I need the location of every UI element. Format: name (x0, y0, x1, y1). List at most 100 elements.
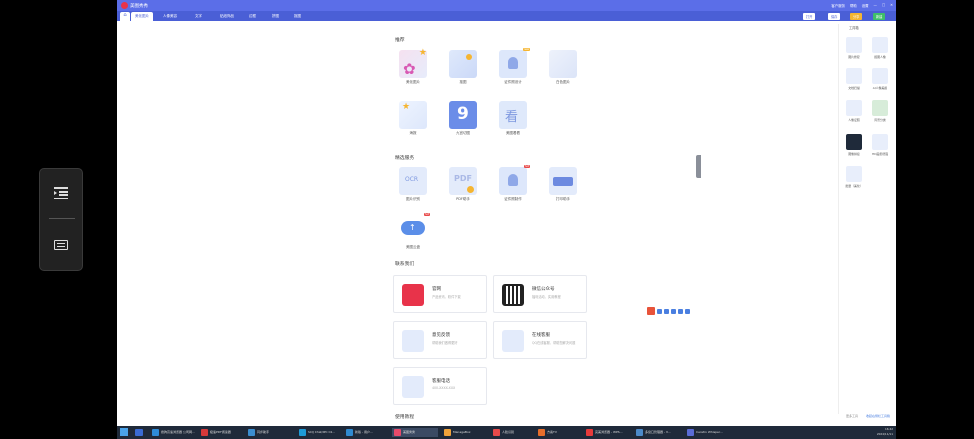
taskbar-app-label: 方案TV (547, 430, 557, 434)
taskbar-app-button[interactable]: 美图秀秀 (392, 428, 438, 437)
tab-frame[interactable]: 边框 (245, 12, 260, 21)
tile-nine-grid[interactable]: 9 九宫切图 (443, 101, 483, 141)
tile-print[interactable]: 打印助手 (543, 167, 583, 207)
main-tab-bar: ⌂ 美化图片 人像美容 文字 贴纸饰品 边框 拼图 抠图 (117, 11, 896, 21)
taskbar-app-button[interactable]: 新版 - 用户... (344, 428, 389, 437)
tab-collage[interactable]: 拼图 (268, 12, 283, 21)
share-button[interactable]: 分享 (850, 13, 863, 20)
help-button[interactable]: 帮助 (850, 3, 857, 8)
close-button[interactable]: ✕ (890, 3, 893, 8)
home-icon[interactable]: ⌂ (120, 12, 130, 21)
scan-icon (846, 68, 862, 84)
tool-doc-scan[interactable]: 文档扫描 (842, 68, 866, 95)
app-icon (346, 429, 353, 436)
tile-meitu-viewer[interactable]: 看 美图看看 (493, 101, 533, 141)
taskbar-app-button[interactable]: Ceratin Whisper... (685, 428, 740, 437)
app-icon (586, 429, 593, 436)
tile-blank-image[interactable]: 白色图片 (543, 50, 583, 90)
beauty-icon (872, 68, 888, 84)
ocr-icon: OCR (399, 167, 427, 195)
tool-portrait-cutout[interactable]: 抠图人像 (868, 37, 892, 64)
ime-mode-icon (657, 308, 662, 314)
taskbar-app-button[interactable]: 同步助手 (246, 428, 294, 437)
tile-id-photo-make[interactable]: hot 证件照制作 (493, 165, 533, 207)
indent-icon[interactable] (54, 187, 68, 199)
windows-start-icon[interactable] (120, 428, 128, 436)
tab-text[interactable]: 文字 (191, 12, 206, 21)
tool-stitch[interactable]: 图像拼接 (842, 134, 866, 161)
customer-service-button[interactable]: 客户服务 (831, 3, 845, 8)
taskbar-app-button[interactable]: SCIJ Chat/IPC Cli... (297, 428, 341, 437)
tool-hd-enhance[interactable]: HD画质增强 (868, 134, 892, 161)
repair-icon (846, 37, 862, 53)
taskbar-app-label: 搜狗高速浏览器 公司网... (161, 430, 195, 434)
taskbar-app-label: 新版 - 用户... (355, 430, 373, 434)
app-icon (299, 429, 306, 436)
taskbar-app-button[interactable]: 人脸识别 (491, 428, 533, 437)
taskbar-app-label: 美图秀秀 (403, 430, 416, 434)
mail-icon (402, 330, 424, 352)
card-website[interactable]: 官网 产品资讯、软件下载 (393, 275, 487, 313)
app-name: 美图秀秀 (130, 4, 148, 9)
title-bar: 美图秀秀 客户服务 帮助 设置 — □ ✕ (117, 0, 896, 11)
tile-cloud[interactable]: hot ↑ 美图云盘 (393, 213, 433, 255)
tile-poster[interactable]: ★ 海报 (393, 101, 433, 141)
section-title-contact: 联系我们 (395, 262, 415, 267)
landscape-icon (872, 100, 888, 116)
section-title-recommend: 推荐 (395, 38, 405, 43)
card-feedback[interactable]: 意见反馈 帮助我们做得更好 (393, 321, 487, 359)
browser-taskbar-icon[interactable] (135, 429, 143, 436)
id-icon (846, 100, 862, 116)
portrait-icon (872, 37, 888, 53)
ime-toolbar[interactable] (647, 307, 690, 315)
tab-portrait[interactable]: 人像美容 (159, 12, 181, 21)
tool-image-repair[interactable]: 图片修复 (842, 37, 866, 64)
app-icon (152, 429, 159, 436)
ime-mic-icon (671, 308, 676, 314)
tool-ai-beauty[interactable]: AI人像美颜 (868, 68, 892, 95)
tool-batch[interactable]: 批量（美化） (842, 166, 866, 193)
taskbar-app-button[interactable]: ManageBox (442, 428, 488, 437)
minimize-button[interactable]: — (874, 3, 877, 8)
section-title-tutorials: 使用教程 (395, 415, 415, 420)
meitu-logo-icon (402, 284, 424, 306)
taskbar-app-button[interactable]: 方案TV (536, 428, 581, 437)
taskbar-app-button[interactable]: 搜狗高速浏览器 公司网... (150, 428, 196, 437)
open-button[interactable]: 打开 (803, 13, 816, 20)
tab-stickers[interactable]: 贴纸饰品 (216, 12, 238, 21)
tab-cutout[interactable]: 抠图 (290, 12, 305, 21)
app-window: 美图秀秀 客户服务 帮助 设置 — □ ✕ ⌂ 美化图片 人像美容 文字 贴纸饰… (117, 0, 896, 426)
tab-beautify[interactable]: 美化图片 (131, 12, 153, 21)
taskbar-app-button[interactable]: 完美浏览器 - WPS... (584, 428, 630, 437)
tile-beautify[interactable]: ✿ ★ 美化图片 (393, 48, 433, 90)
tool-id-photo[interactable]: 人像证照 (842, 100, 866, 127)
right-toolbox-panel: 工具箱 图片修复 抠图人像 文档扫描 AI人像美颜 人像证照 风景分类 图像拼接… (838, 24, 894, 418)
save-button[interactable]: 保存 (828, 13, 841, 20)
viewer-icon: 看 (499, 101, 527, 129)
tile-ocr[interactable]: OCR 图片识别 (393, 167, 433, 207)
section-title-featured: 精选服务 (395, 156, 415, 161)
more-tools-link[interactable]: 更多工具 (846, 414, 858, 418)
collapse-toolbox-link[interactable]: 收起右侧栏工具箱 (866, 414, 890, 418)
side-collapse-handle[interactable] (696, 155, 701, 178)
ime-toolbox-icon (685, 308, 690, 314)
tool-landscape[interactable]: 风景分类 (868, 100, 892, 127)
system-clock[interactable]: 16:42 2024/11/11 (877, 427, 893, 437)
nine-grid-icon: 9 (449, 101, 477, 129)
new-button[interactable]: 新建 (873, 13, 886, 20)
tile-id-photo-design[interactable]: new 证件照设计 (493, 48, 533, 90)
taskbar-app-button[interactable]: 极速PDF阅读器 (199, 428, 243, 437)
card-wechat[interactable]: 微信公众号 福利活动、实用教程 (493, 275, 587, 313)
settings-button[interactable]: 设置 (862, 3, 869, 8)
maximize-button[interactable]: □ (882, 3, 885, 8)
taskbar-app-button[interactable]: 多窗口管理器 - V... (634, 428, 682, 437)
pdf-icon: PDF (449, 167, 477, 195)
tile-cutout[interactable]: 抠图 (443, 50, 483, 90)
card-phone[interactable]: 客服电话 400-XXXX-XXX (393, 367, 487, 405)
card-online-service[interactable]: 在线客服 QQ在线客服、帮助您解决问题 (493, 321, 587, 359)
flower-icon: ✿ ★ (399, 48, 427, 78)
keyboard-icon[interactable] (54, 240, 68, 250)
tile-pdf[interactable]: PDF PDF助手 (443, 167, 483, 207)
app-icon (444, 429, 451, 436)
id-photo-icon: new (499, 48, 530, 78)
